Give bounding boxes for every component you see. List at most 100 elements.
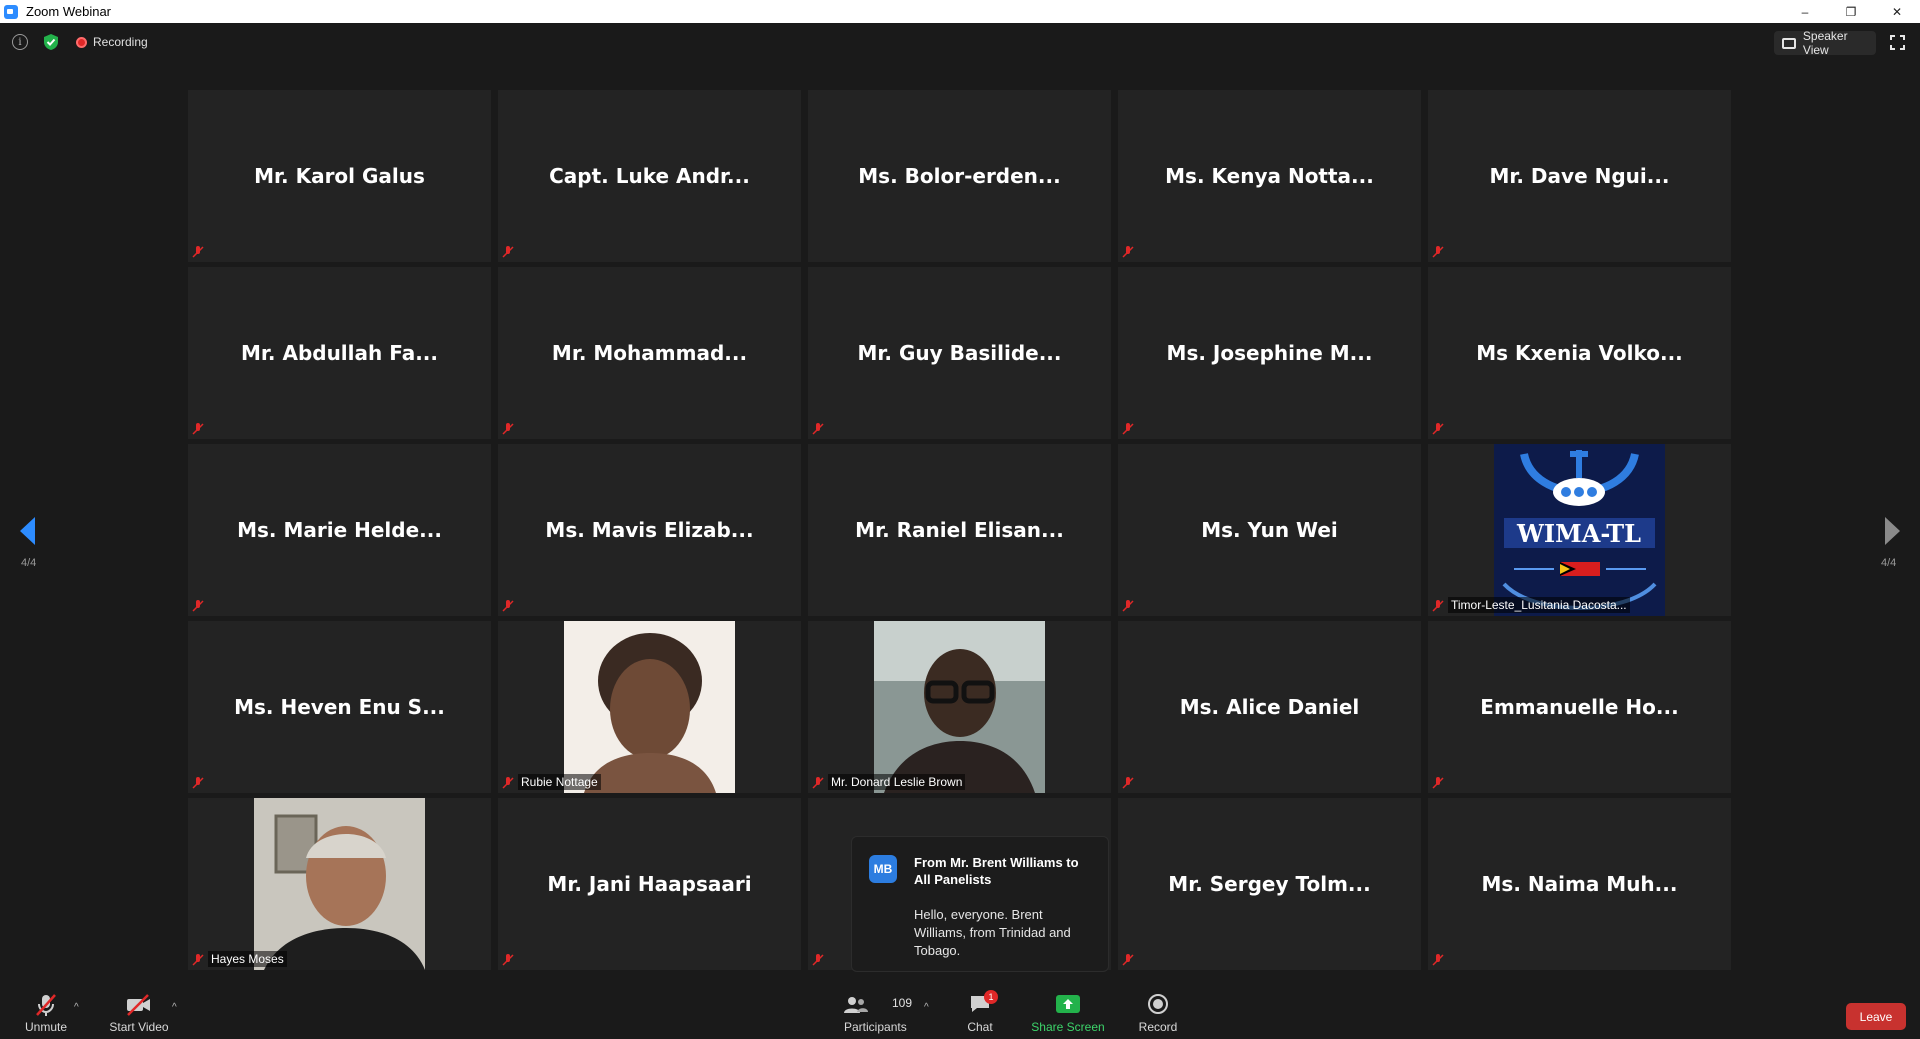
participant-tile[interactable]: Ms. Kenya Notta... — [1118, 90, 1421, 262]
participant-name: Emmanuelle Ho... — [1480, 695, 1679, 719]
muted-mic-icon — [192, 777, 204, 789]
participants-button[interactable]: 109 Participants — [840, 980, 913, 1039]
next-page-button[interactable] — [1884, 517, 1900, 550]
participant-name: Mr. Guy Basilide... — [857, 341, 1062, 365]
speaker-view-label: Speaker View — [1802, 29, 1848, 57]
muted-mic-icon — [192, 600, 204, 612]
muted-mic-icon — [812, 423, 824, 435]
share-screen-icon — [1056, 995, 1080, 1013]
chat-notification[interactable]: MB From Mr. Brent Williams to All Paneli… — [851, 836, 1109, 972]
participant-tile[interactable]: Ms. Yun Wei — [1118, 444, 1421, 616]
participant-name: Ms. Alice Daniel — [1179, 695, 1360, 719]
window-title: Zoom Webinar — [26, 4, 112, 19]
participant-tile[interactable]: Mr. Sergey Tolm... — [1118, 798, 1421, 970]
participant-tile[interactable]: Emmanuelle Ho... — [1428, 621, 1731, 793]
participants-options-chevron-icon[interactable]: ^ — [924, 1002, 929, 1013]
speaker-view-button[interactable]: Speaker View — [1774, 29, 1876, 57]
window-controls: – ❐ ✕ — [1782, 0, 1920, 23]
record-button[interactable]: Record — [1136, 980, 1180, 1039]
participant-label: Rubie Nottage — [518, 774, 601, 790]
info-icon[interactable]: i — [12, 34, 28, 50]
start-video-label: Start Video — [109, 1020, 169, 1034]
muted-mic-icon — [1122, 954, 1134, 966]
participant-tile[interactable]: Mr. Abdullah Fa... — [188, 267, 491, 439]
chat-message: Hello, everyone. Brent Williams, from Tr… — [914, 907, 1071, 958]
participant-tile[interactable]: Ms. Marie Helde... — [188, 444, 491, 616]
share-screen-button[interactable]: Share Screen — [1030, 980, 1106, 1039]
chat-label: Chat — [967, 1020, 993, 1034]
participant-tile[interactable]: Ms. Josephine M... — [1118, 267, 1421, 439]
participant-tile[interactable]: Mr. Jani Haapsaari — [498, 798, 801, 970]
participant-name: Capt. Luke Andr... — [549, 164, 750, 188]
participant-tile[interactable]: Ms. Bolor-erden... — [808, 90, 1111, 262]
participant-tile[interactable]: Mr. Karol Galus — [188, 90, 491, 262]
share-screen-label: Share Screen — [1031, 1020, 1105, 1034]
participant-tile[interactable]: Mr. Guy Basilide... — [808, 267, 1111, 439]
participant-name: Ms Kxenia Volko... — [1476, 341, 1683, 365]
participant-count: 109 — [892, 996, 913, 1010]
participant-tile[interactable]: Mr. Mohammad... — [498, 267, 801, 439]
wima-tl-logo: WIMA-TL — [1494, 444, 1665, 616]
wima-tl-logo-image: WIMA-TL — [1494, 444, 1665, 616]
participant-name: Mr. Abdullah Fa... — [240, 341, 438, 365]
recording-label: Recording — [93, 35, 148, 49]
muted-mic-icon — [1432, 246, 1444, 258]
video-options-chevron-icon[interactable]: ^ — [172, 1002, 177, 1013]
participant-tile[interactable]: Rubie Nottage — [498, 621, 801, 793]
participant-label: Mr. Donard Leslie Brown — [828, 774, 966, 790]
participant-label: Hayes Moses — [208, 951, 287, 967]
muted-mic-icon — [192, 246, 204, 258]
muted-mic-icon — [1432, 600, 1444, 612]
participant-tile[interactable]: Mr. Dave Ngui... — [1428, 90, 1731, 262]
participant-name: Mr. Sergey Tolm... — [1168, 872, 1371, 896]
start-video-button[interactable]: Start Video — [104, 980, 174, 1039]
muted-mic-icon — [502, 777, 514, 789]
muted-mic-icon — [812, 777, 824, 789]
participant-name: Ms. Yun Wei — [1201, 518, 1338, 542]
muted-mic-icon — [502, 246, 514, 258]
close-button[interactable]: ✕ — [1874, 0, 1920, 23]
participant-label: Timor-Leste_Lusitania Dacosta... — [1448, 597, 1630, 613]
participant-tile[interactable]: Capt. Luke Andr... — [498, 90, 801, 262]
zoom-app-icon — [4, 4, 18, 19]
participant-tile[interactable]: Mr. Raniel Elisan... — [808, 444, 1111, 616]
muted-mic-icon — [502, 423, 514, 435]
chat-button[interactable]: Chat — [964, 980, 996, 1039]
arrow-left-icon — [20, 517, 35, 545]
person-photo-image — [564, 621, 735, 793]
restore-button[interactable]: ❐ — [1828, 0, 1874, 23]
participant-tile[interactable]: Hayes Moses — [188, 798, 491, 970]
participant-tile[interactable]: Ms. Alice Daniel — [1118, 621, 1421, 793]
participant-name: Ms. Naima Muh... — [1481, 872, 1678, 896]
participant-tile[interactable]: WIMA-TL Timor-Leste_Lusitania Dacosta... — [1428, 444, 1731, 616]
participant-tile[interactable]: Ms. Naima Muh... — [1428, 798, 1731, 970]
participant-tile[interactable]: Ms. Mavis Elizab... — [498, 444, 801, 616]
fullscreen-icon[interactable] — [1890, 35, 1905, 50]
avatar: MB — [869, 855, 897, 883]
participant-name: Ms. Heven Enu S... — [234, 695, 445, 719]
participant-tile[interactable]: Ms Kxenia Volko... — [1428, 267, 1731, 439]
recording-indicator[interactable]: Recording — [76, 35, 148, 49]
record-label: Record — [1138, 1020, 1178, 1034]
participant-photo — [874, 621, 1045, 793]
video-off-icon — [127, 994, 150, 1016]
recording-dot-icon — [76, 36, 87, 48]
unmute-button[interactable]: Unmute — [18, 980, 74, 1039]
leave-button[interactable]: Leave — [1846, 1003, 1906, 1030]
participant-name: Ms. Kenya Notta... — [1165, 164, 1374, 188]
participant-tile[interactable]: Mr. Donard Leslie Brown — [808, 621, 1111, 793]
muted-mic-icon — [1122, 777, 1134, 789]
window-titlebar: Zoom Webinar – ❐ ✕ — [0, 0, 1920, 23]
audio-options-chevron-icon[interactable]: ^ — [74, 1002, 79, 1013]
minimize-button[interactable]: – — [1782, 0, 1828, 23]
encryption-shield-icon[interactable] — [43, 33, 59, 51]
participant-name: Mr. Mohammad... — [551, 341, 748, 365]
previous-page-button[interactable] — [20, 517, 36, 550]
meeting-toolbar: Unmute ^ Start Video ^ 109 Participants … — [0, 980, 1920, 1039]
muted-mic-icon — [1122, 423, 1134, 435]
participant-name: Mr. Raniel Elisan... — [855, 518, 1064, 542]
muted-mic-icon — [192, 954, 204, 966]
participant-tile[interactable]: Ms. Heven Enu S... — [188, 621, 491, 793]
participant-photo — [564, 621, 735, 793]
muted-mic-icon — [502, 600, 514, 612]
